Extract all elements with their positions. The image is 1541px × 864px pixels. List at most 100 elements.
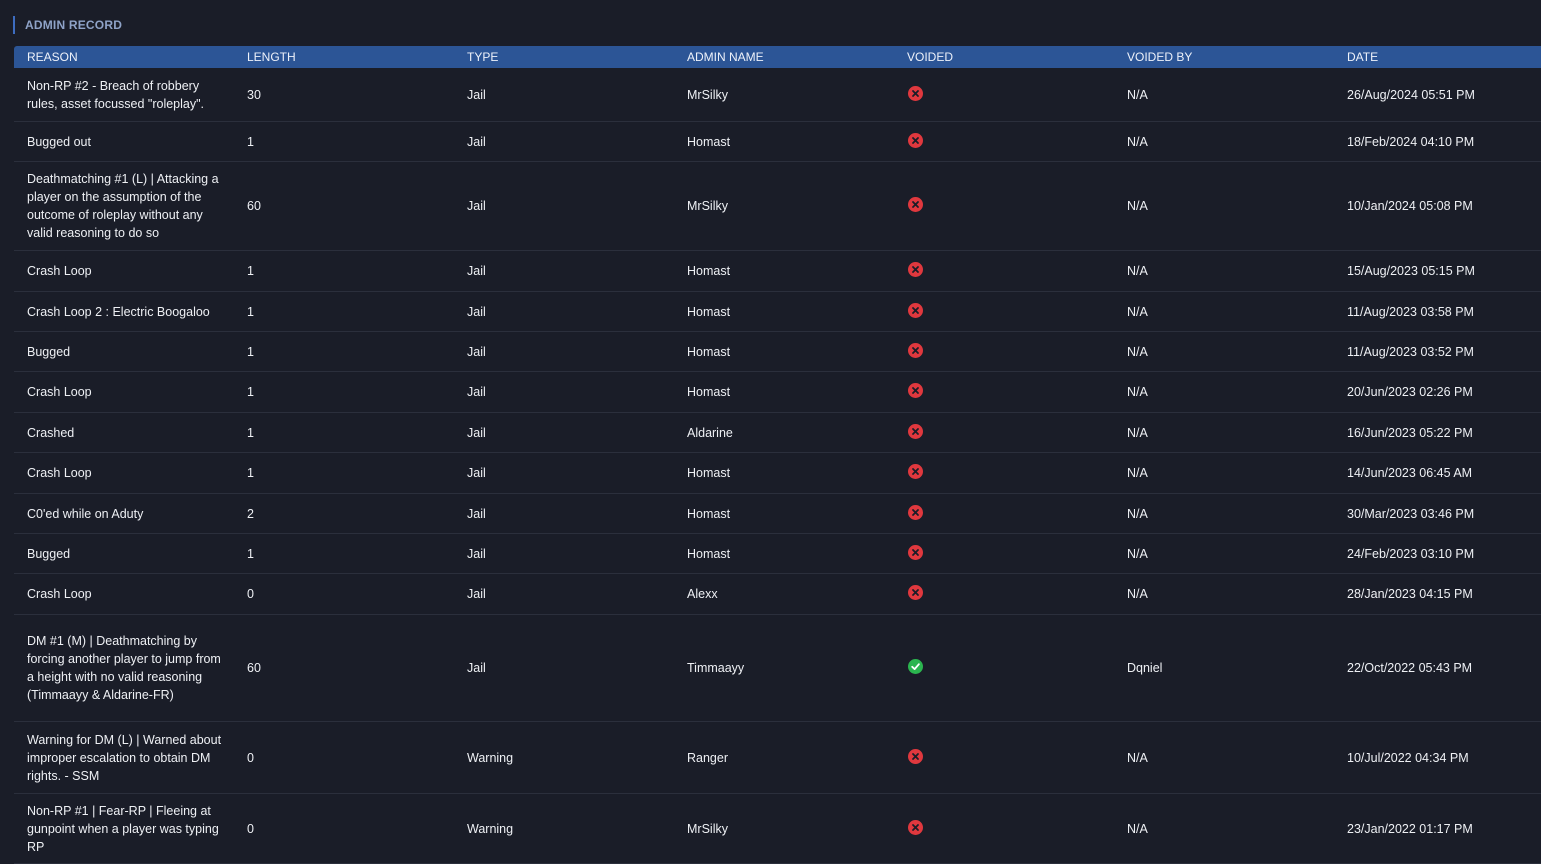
voided-by-cell: N/A <box>1127 134 1148 149</box>
voided-cell <box>894 383 1114 401</box>
admin-name-cell: Homast <box>687 466 731 480</box>
table-body: Non-RP #2 - Breach of robbery rules, ass… <box>14 68 1541 864</box>
type-cell: Jail <box>467 87 486 102</box>
reason-cell: Bugged <box>27 546 71 561</box>
reason-cell: Warning for DM (L) | Warned about improp… <box>27 732 222 783</box>
x-circle-icon <box>908 132 923 148</box>
reason-cell: Non-RP #2 - Breach of robbery rules, ass… <box>27 78 205 111</box>
date-cell: 28/Jan/2023 04:15 PM <box>1347 587 1473 601</box>
voided-by-cell: N/A <box>1127 587 1148 601</box>
date-cell: 22/Oct/2022 05:43 PM <box>1347 661 1473 675</box>
type-cell: Jail <box>467 466 486 480</box>
voided-cell <box>894 262 1114 280</box>
table-row: Crash Loop 1 Jail Homast N/A 20/Jun/2023 02:2… <box>14 372 1541 413</box>
x-circle-icon <box>908 504 923 520</box>
column-header-date: DATE <box>1347 50 1379 64</box>
reason-cell: Bugged <box>27 344 71 359</box>
table-row: Deathmatching #1 (L) | Attacking a playe… <box>14 162 1541 251</box>
length-cell: 1 <box>247 466 254 480</box>
date-cell: 14/Jun/2023 06:45 AM <box>1347 466 1473 480</box>
reason-cell: Crash Loop <box>27 385 92 399</box>
length-cell: 1 <box>247 264 254 278</box>
length-cell: 2 <box>247 506 254 521</box>
type-cell: Jail <box>467 304 486 319</box>
table-row: Warning for DM (L) | Warned about improp… <box>14 722 1541 794</box>
column-header-voided: VOIDED <box>907 50 954 64</box>
voided-cell <box>894 464 1114 482</box>
voided-cell <box>894 85 1114 104</box>
date-cell: 18/Feb/2024 04:10 PM <box>1347 134 1475 149</box>
x-circle-icon <box>908 85 923 101</box>
length-cell: 0 <box>247 821 254 836</box>
date-cell: 24/Feb/2023 03:10 PM <box>1347 546 1475 561</box>
length-cell: 60 <box>247 661 261 675</box>
date-cell: 26/Aug/2024 05:51 PM <box>1347 87 1475 102</box>
table-row: DM #1 (M) | Deathmatching by forcing ano… <box>14 615 1541 722</box>
column-header-reason: REASON <box>27 50 78 64</box>
admin-record-panel: ADMIN RECORD REASON LENGTH TYPE ADMIN NA… <box>0 0 1541 864</box>
length-cell: 1 <box>247 425 254 440</box>
voided-cell <box>894 748 1114 767</box>
voided-cell <box>894 544 1114 563</box>
x-circle-icon <box>908 544 923 560</box>
table-row: Crash Loop 1 Jail Homast N/A 15/Aug/2023 05:1… <box>14 251 1541 292</box>
type-cell: Jail <box>467 506 486 521</box>
section-title: ADMIN RECORD <box>13 16 122 34</box>
type-cell: Jail <box>467 264 486 278</box>
voided-by-cell: N/A <box>1127 304 1148 319</box>
reason-cell: Bugged out <box>27 134 91 149</box>
date-cell: 11/Aug/2023 03:58 PM <box>1347 304 1474 319</box>
type-cell: Jail <box>467 425 486 440</box>
reason-cell: Deathmatching #1 (L) | Attacking a playe… <box>27 172 219 240</box>
date-cell: 10/Jan/2024 05:08 PM <box>1347 199 1473 213</box>
voided-by-cell: N/A <box>1127 385 1148 399</box>
voided-by-cell: N/A <box>1127 264 1148 278</box>
date-cell: 20/Jun/2023 02:26 PM <box>1347 385 1473 399</box>
voided-cell <box>894 342 1114 361</box>
date-cell: 16/Jun/2023 05:22 PM <box>1347 425 1473 440</box>
x-circle-icon <box>908 262 923 278</box>
reason-cell: C0'ed while on Aduty <box>27 506 144 521</box>
admin-name-cell: Timmaayy <box>687 661 745 675</box>
type-cell: Warning <box>467 750 514 765</box>
voided-by-cell: N/A <box>1127 87 1148 102</box>
admin-name-cell: Homast <box>687 344 731 359</box>
table-row: Crash Loop 0 Jail Alexx N/A 28/Jan/2023 04:15… <box>14 574 1541 615</box>
voided-cell <box>894 819 1114 838</box>
admin-name-cell: MrSilky <box>687 821 728 836</box>
date-cell: 23/Jan/2022 01:17 PM <box>1347 821 1473 836</box>
length-cell: 0 <box>247 587 254 601</box>
column-header-admin-name: ADMIN NAME <box>687 50 764 64</box>
table-row: Crash Loop 1 Jail Homast N/A 14/Jun/2023 06:4… <box>14 453 1541 494</box>
voided-cell <box>894 585 1114 603</box>
reason-cell: Non-RP #1 | Fear-RP | Fleeing at gunpoin… <box>27 803 219 854</box>
length-cell: 1 <box>247 134 254 149</box>
table-row: Bugged 1 Jail Homast N/A 24/Feb/2023 03:10 PM <box>14 534 1541 574</box>
type-cell: Jail <box>467 546 486 561</box>
date-cell: 15/Aug/2023 05:15 PM <box>1347 264 1475 278</box>
x-circle-icon <box>908 464 923 480</box>
table-row: Crash Loop 2 : Electric Boogaloo 1 Jail Hom… <box>14 292 1541 332</box>
admin-record-table: REASON LENGTH TYPE ADMIN NAME VOIDED VOI… <box>14 46 1541 864</box>
voided-by-cell: N/A <box>1127 546 1148 561</box>
admin-name-cell: Ranger <box>687 750 728 765</box>
voided-by-cell: N/A <box>1127 344 1148 359</box>
admin-name-cell: Homast <box>687 264 731 278</box>
type-cell: Jail <box>467 199 486 213</box>
length-cell: 60 <box>247 199 261 213</box>
length-cell: 1 <box>247 304 254 319</box>
x-circle-icon <box>908 197 923 213</box>
date-cell: 30/Mar/2023 03:46 PM <box>1347 506 1475 521</box>
admin-name-cell: Homast <box>687 134 731 149</box>
voided-cell <box>894 659 1114 677</box>
length-cell: 1 <box>247 385 254 399</box>
table-row: Non-RP #1 | Fear-RP | Fleeing at gunpoin… <box>14 794 1541 864</box>
x-circle-icon <box>908 342 923 358</box>
table-row: Bugged 1 Jail Homast N/A 11/Aug/2023 03:52 PM <box>14 332 1541 372</box>
admin-name-cell: Aldarine <box>687 425 733 440</box>
voided-by-cell: Dqniel <box>1127 661 1163 675</box>
table-row: Crashed 1 Jail Aldarine N/A 16/Jun/2023 05:22… <box>14 413 1541 453</box>
admin-name-cell: Homast <box>687 506 731 521</box>
reason-cell: Crash Loop <box>27 264 92 278</box>
reason-cell: DM #1 (M) | Deathmatching by forcing ano… <box>27 634 221 702</box>
